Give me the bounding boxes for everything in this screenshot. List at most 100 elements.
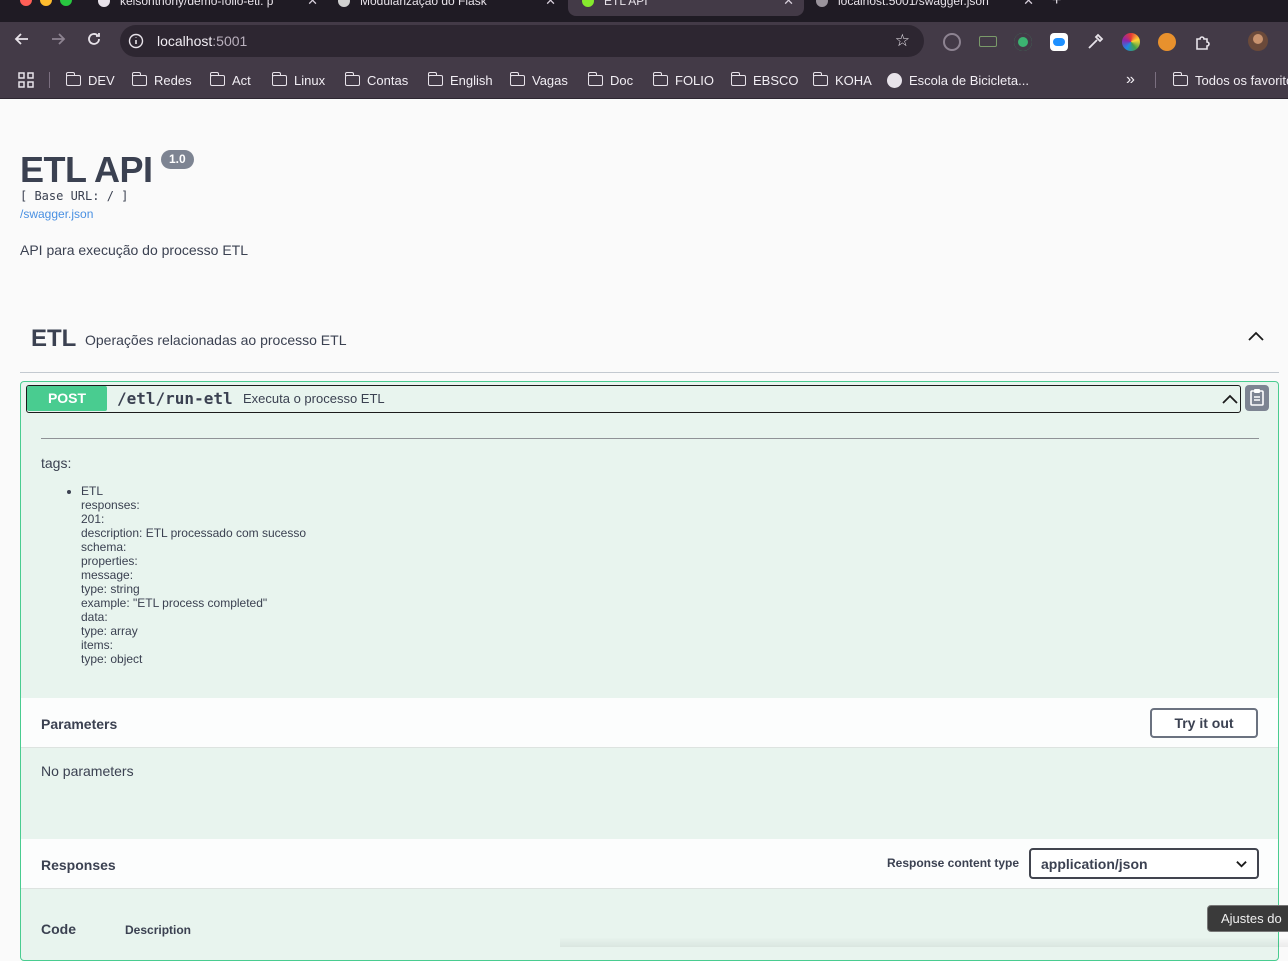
bookmark-folder-ebsco[interactable]: EBSCO: [730, 70, 799, 90]
close-tab-icon[interactable]: ✕: [783, 0, 794, 9]
close-tab-icon[interactable]: ✕: [307, 0, 318, 9]
url-text[interactable]: localhost:5001: [157, 33, 247, 49]
swagger-page: ETL API 1.0 [ Base URL: / ] /swagger.jso…: [0, 99, 1288, 961]
chevron-up-icon[interactable]: [1248, 329, 1264, 345]
folder-icon: [427, 71, 443, 86]
tooltip: Ajustes do: [1207, 905, 1288, 932]
tag-description: Operações relacionadas ao processo ETL: [85, 332, 347, 348]
github-icon: [98, 0, 110, 7]
bookmark-star-icon[interactable]: ☆: [895, 31, 910, 51]
bookmark-label: Redes: [154, 72, 192, 88]
bookmarks-overflow-button[interactable]: »: [1126, 70, 1135, 90]
extension-c-icon[interactable]: [943, 33, 961, 51]
extension-battery-icon[interactable]: [979, 36, 997, 47]
bookmark-label: Contas: [367, 72, 409, 88]
browser-toolbar: localhost:5001 ☆: [0, 22, 1288, 62]
url-port: :5001: [212, 33, 248, 49]
code-column-header: Code: [41, 921, 76, 937]
apps-grid-icon[interactable]: [18, 70, 34, 90]
no-parameters-text: No parameters: [41, 763, 134, 779]
swagger-json-link[interactable]: /swagger.json: [20, 207, 93, 221]
bookmark-label: Vagas: [532, 72, 568, 88]
folder-icon: [271, 71, 287, 86]
new-tab-button[interactable]: +: [1052, 0, 1061, 10]
folder-icon: [730, 71, 746, 86]
bookmark-folder-act[interactable]: Act: [209, 70, 251, 90]
operation-path: /etl/run-etl: [117, 389, 233, 408]
parameters-header: Parameters Try it out: [21, 698, 1278, 748]
extension-tamper-icon[interactable]: [1158, 33, 1176, 51]
try-it-out-button[interactable]: Try it out: [1150, 708, 1258, 738]
close-tab-icon[interactable]: ✕: [1023, 0, 1034, 9]
doc-line: type: array: [81, 624, 138, 638]
extension-cloud-icon[interactable]: [1050, 33, 1068, 51]
back-button[interactable]: [10, 30, 34, 54]
bookmark-folder-dev[interactable]: DEV: [65, 70, 115, 90]
folder-icon: [209, 71, 225, 86]
browser-tab[interactable]: kelsonthony/demo-folio-etl: p ✕: [84, 0, 328, 16]
list-bullet: [67, 490, 71, 494]
bookmark-label: Escola de Bicicleta...: [909, 72, 1029, 88]
bookmark-label: Todos os favoritos: [1195, 72, 1288, 88]
bookmark-folder-contas[interactable]: Contas: [344, 70, 409, 90]
doc-line: data:: [81, 610, 108, 624]
tab-title: kelsonthony/demo-folio-etl: p: [120, 0, 274, 8]
reload-button[interactable]: [82, 30, 106, 54]
doc-line: 201:: [81, 512, 105, 526]
response-content-type-select[interactable]: application/json: [1029, 848, 1259, 879]
doc-line: items:: [81, 638, 114, 652]
bookmark-folder-koha[interactable]: KOHA: [812, 70, 872, 90]
divider: [41, 438, 1259, 439]
bookmark-folder-vagas[interactable]: Vagas: [509, 70, 568, 90]
extension-color-icon[interactable]: [1122, 33, 1140, 51]
bottom-shadow: [560, 937, 1288, 947]
extension-eyedropper-icon[interactable]: [1086, 33, 1104, 51]
bookmark-folder-doc[interactable]: Doc: [587, 70, 633, 90]
close-tab-icon[interactable]: ✕: [545, 0, 556, 9]
responses-header: Responses Response content type applicat…: [21, 839, 1278, 889]
method-badge: POST: [27, 386, 107, 411]
arrow-right-icon: [52, 33, 66, 45]
bookmark-folder-linux[interactable]: Linux: [271, 70, 325, 90]
doc-line: properties:: [81, 554, 138, 568]
description-column-header: Description: [125, 923, 192, 937]
bookmark-folder-folio[interactable]: FOLIO: [652, 70, 714, 90]
operation-summary[interactable]: POST /etl/run-etl Executa o processo ETL: [26, 385, 1241, 413]
close-window-button[interactable]: [20, 0, 32, 6]
operation-doc: ETL responses: 201: description: ETL pro…: [81, 484, 306, 666]
copy-to-clipboard-button[interactable]: [1245, 385, 1269, 411]
minimize-window-button[interactable]: [40, 0, 52, 6]
bookmark-label: English: [450, 72, 493, 88]
clipboard-icon: [1250, 389, 1264, 406]
bookmarks-bar: DEV Redes Act Linux Contas English Vagas…: [0, 62, 1288, 99]
swagger-icon: [582, 0, 594, 7]
bookmark-label: Act: [232, 72, 251, 88]
bookmark-separator: [49, 72, 50, 88]
extensions-puzzle-icon[interactable]: [1194, 33, 1212, 51]
bookmark-escola-bicicleta[interactable]: Escola de Bicicleta...: [887, 70, 1029, 90]
browser-tab[interactable]: Modularização do Flask ✕: [324, 0, 566, 16]
bookmark-folder-redes[interactable]: Redes: [131, 70, 192, 90]
folder-icon: [344, 71, 360, 86]
openai-icon: [338, 0, 350, 7]
doc-line: type: object: [81, 652, 143, 666]
browser-tab[interactable]: localhost:5001/swagger.json ✕: [802, 0, 1044, 16]
folder-icon: [1172, 71, 1188, 86]
bookmark-folder-all[interactable]: Todos os favoritos: [1172, 70, 1288, 90]
zoom-window-button[interactable]: [60, 0, 72, 6]
forward-button[interactable]: [46, 30, 70, 54]
tab-title: localhost:5001/swagger.json: [838, 0, 989, 8]
chevron-up-icon[interactable]: [1222, 391, 1238, 407]
operation-summary-text: Executa o processo ETL: [243, 391, 385, 406]
bookmark-folder-english[interactable]: English: [427, 70, 493, 90]
profile-avatar[interactable]: [1248, 31, 1268, 51]
tag-section-header[interactable]: ETL Operações relacionadas ao processo E…: [20, 319, 1279, 373]
doc-line: description: ETL processado com sucesso: [81, 526, 306, 540]
parameters-title: Parameters: [41, 716, 118, 732]
arrow-left-icon: [14, 33, 28, 45]
address-bar[interactable]: localhost:5001 ☆: [120, 25, 924, 57]
site-info-icon[interactable]: [128, 33, 144, 49]
browser-tab-active[interactable]: ETL API ✕: [568, 0, 804, 16]
tags-label: tags:: [41, 455, 72, 471]
extension-target-icon[interactable]: [1014, 33, 1032, 51]
